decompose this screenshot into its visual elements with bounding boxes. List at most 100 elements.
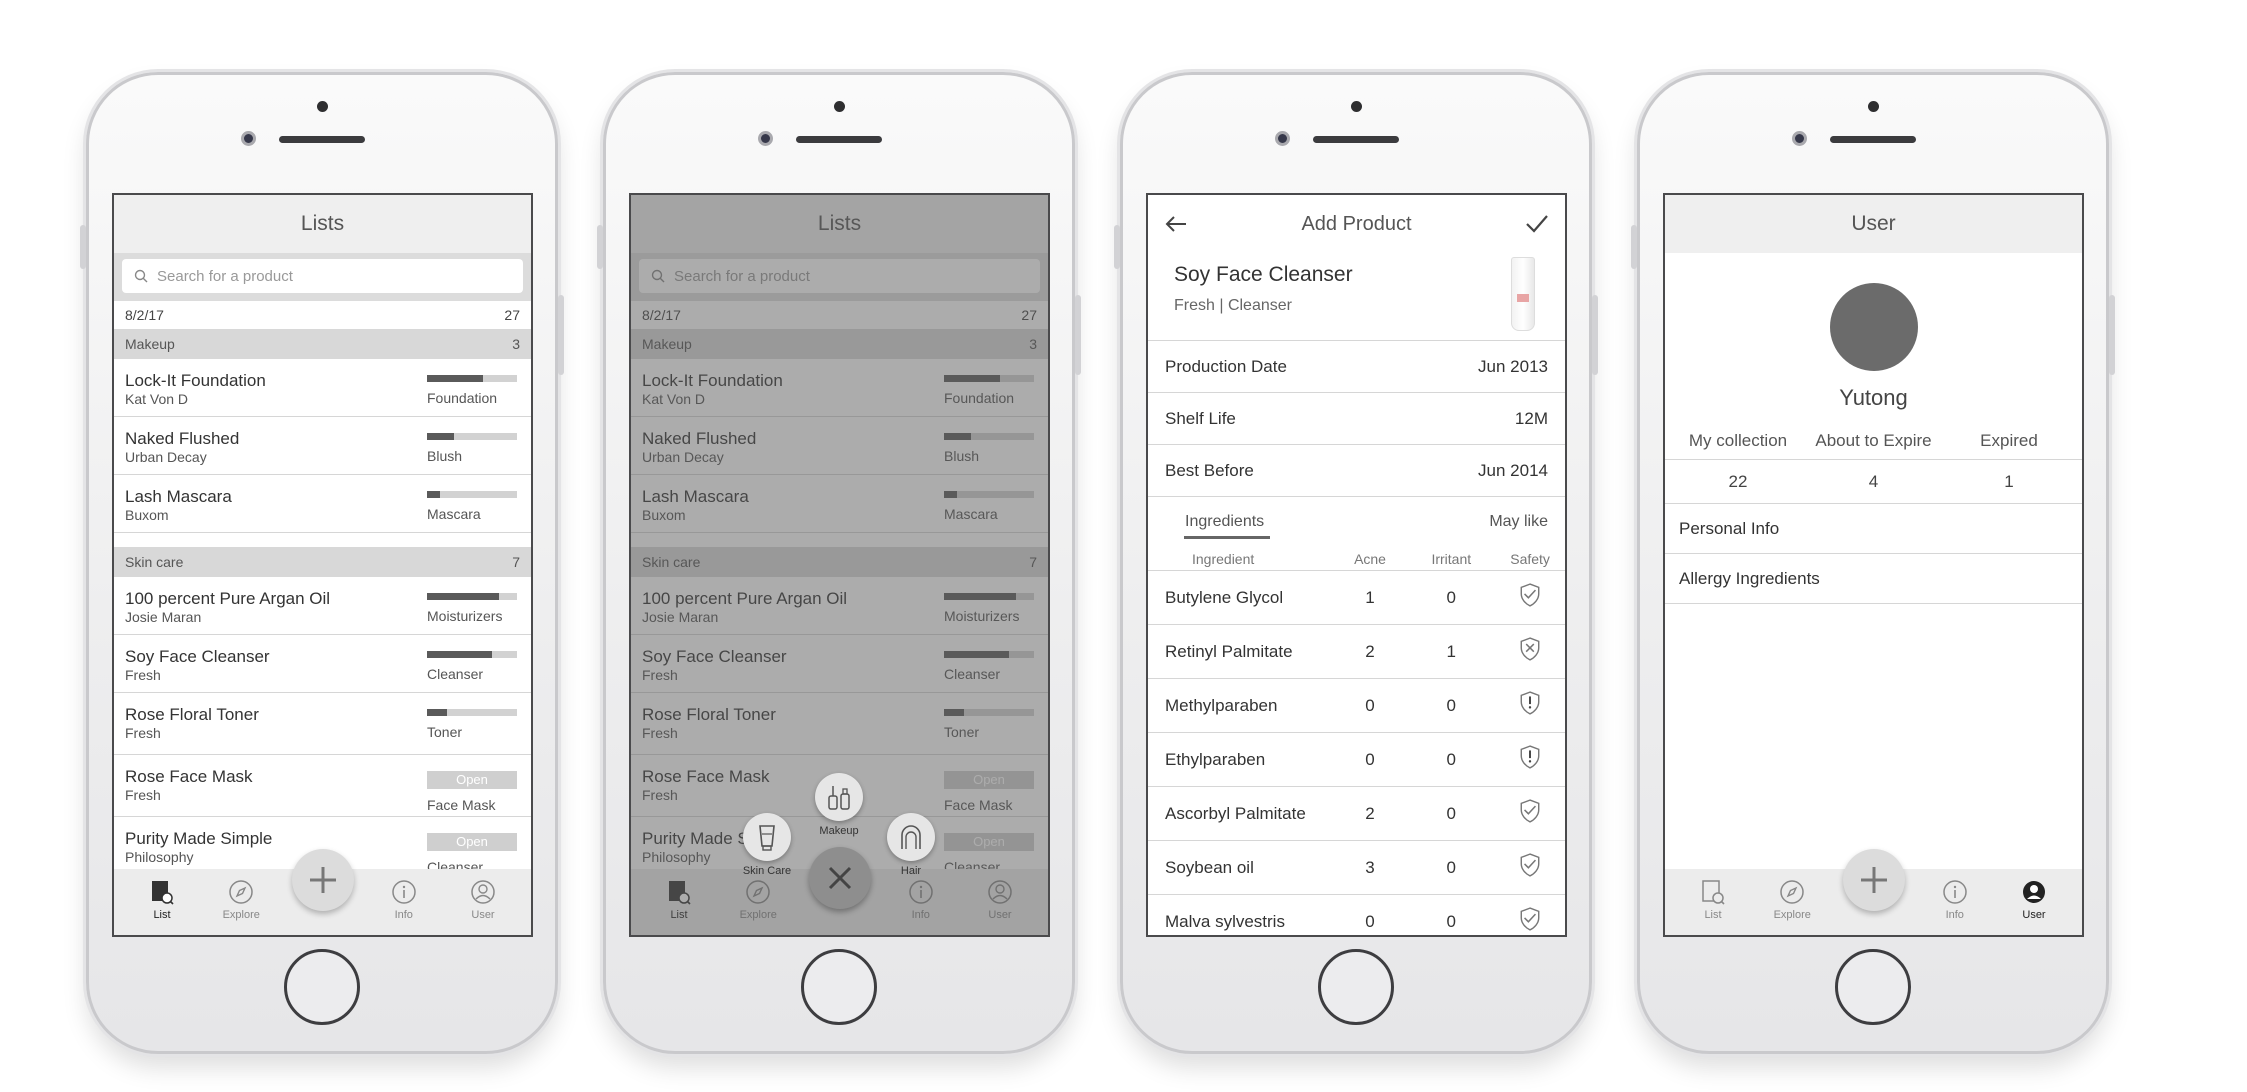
add-hair-button[interactable] <box>887 813 935 861</box>
skin-care-label: Skin Care <box>742 865 792 877</box>
tab-ingredients[interactable]: Ingredients <box>1185 513 1264 531</box>
stat-label: About to Expire <box>1815 431 1932 450</box>
acne-score: 2 <box>1365 641 1375 661</box>
ingredient-row[interactable]: Retinyl Palmitate 2 1 <box>1148 625 1565 679</box>
user-name: Yutong <box>1839 385 1908 410</box>
stat-value-collection[interactable]: 22 <box>1673 472 1803 492</box>
shield-check-icon <box>1520 907 1540 931</box>
tab-label: User <box>471 909 495 921</box>
page-title: Lists <box>114 195 531 253</box>
search-input[interactable]: Search for a product <box>122 259 523 293</box>
product-category: Blush <box>427 448 463 464</box>
production-date-row[interactable]: Production Date Jun 2013 <box>1148 341 1565 393</box>
list-item[interactable]: Rose Floral Toner Fresh Toner <box>114 693 531 755</box>
add-skin-care-button[interactable] <box>743 813 791 861</box>
ingredient-name: Butylene Glycol <box>1165 587 1284 607</box>
compass-icon <box>229 880 253 904</box>
irritant-score: 1 <box>1446 641 1457 661</box>
add-makeup-button[interactable] <box>815 773 863 821</box>
avatar[interactable] <box>1829 283 1918 371</box>
makeup-label: Makeup <box>819 825 859 837</box>
check-icon[interactable] <box>1525 214 1549 234</box>
product-header: Soy Face Cleanser Fresh | Cleanser <box>1148 253 1565 341</box>
tab-label: User <box>2022 909 2046 921</box>
product-brand-category: Fresh | Cleanser <box>1174 297 1292 314</box>
proximity-sensor <box>1351 101 1362 112</box>
section-header-skin-care[interactable]: Skin care 7 <box>114 547 531 577</box>
best-before-row[interactable]: Best Before Jun 2014 <box>1148 445 1565 497</box>
tab-explore[interactable]: Explore <box>1762 879 1822 921</box>
add-product-screen: Add Product Soy Face Cleanser Fresh | Cl… <box>1146 193 1567 937</box>
tab-user[interactable]: User <box>2004 879 2064 921</box>
proximity-sensor <box>1868 101 1879 112</box>
list-item[interactable]: Rose Face Mask Fresh OpenFace Mask <box>114 755 531 817</box>
makeup-bottles-icon <box>828 786 850 810</box>
ingredient-row[interactable]: Malva sylvestris 0 0 <box>1148 895 1565 935</box>
stat-value-about-to-expire[interactable]: 4 <box>1809 472 1939 492</box>
list-item[interactable]: Lock-It Foundation Kat Von D Foundation <box>114 359 531 417</box>
ingredient-row[interactable]: Butylene Glycol 1 0 <box>1148 571 1565 625</box>
tab-explore[interactable]: Explore <box>211 879 271 921</box>
home-button[interactable] <box>801 949 877 1025</box>
irritant-score: 0 <box>1446 749 1457 769</box>
shield-cross-icon <box>1520 637 1540 661</box>
user-icon <box>471 880 495 904</box>
back-arrow-icon[interactable] <box>1164 214 1188 234</box>
tab-info[interactable]: Info <box>1925 879 1985 921</box>
list-item[interactable]: Naked Flushed Urban Decay Blush <box>114 417 531 475</box>
ingredient-name: Ethylparaben <box>1165 749 1266 769</box>
page-title: User <box>1665 195 2082 253</box>
ingredient-row[interactable]: Soybean oil 3 0 <box>1148 841 1565 895</box>
detail-tabs: Ingredients May like <box>1148 497 1565 547</box>
active-tab-underline <box>1184 536 1270 539</box>
acne-score: 2 <box>1365 803 1375 823</box>
home-button[interactable] <box>1835 949 1911 1025</box>
ingredient-row[interactable]: Ascorbyl Palmitate 2 0 <box>1148 787 1565 841</box>
shelf-life-row[interactable]: Shelf Life 12M <box>1148 393 1565 445</box>
allergy-ingredients-row[interactable]: Allergy Ingredients <box>1665 554 2082 604</box>
home-button[interactable] <box>284 949 360 1025</box>
close-menu-button[interactable] <box>808 847 871 909</box>
lists-screen-dimmed: Lists Search for a product 8/2/17 27 Mak… <box>629 193 1050 937</box>
tab-info[interactable]: Info <box>374 879 434 921</box>
tab-user[interactable]: User <box>453 879 513 921</box>
phone-add-product: Add Product Soy Face Cleanser Fresh | Cl… <box>1114 72 1598 1054</box>
page-title: Add Product <box>1301 212 1412 235</box>
dim-overlay[interactable] <box>631 195 1048 935</box>
personal-info-row[interactable]: Personal Info <box>1665 504 2082 554</box>
tab-list[interactable]: List <box>1683 879 1743 921</box>
list-item[interactable]: Soy Face Cleanser Fresh Cleanser <box>114 635 531 693</box>
tab-label: Info <box>1945 909 1964 921</box>
ingredients-table: Butylene Glycol 1 0 Retinyl Palmitate 2 1 Meth… <box>1148 571 1565 935</box>
tab-label: List <box>153 909 171 921</box>
ingredient-row[interactable]: Methylparaben 0 0 <box>1148 679 1565 733</box>
product-category: Foundation <box>427 390 498 406</box>
add-button[interactable] <box>1842 849 1905 911</box>
usage-bar <box>427 651 517 658</box>
shield-check-icon <box>1520 853 1540 877</box>
stats-values: 22 4 1 <box>1665 459 2082 504</box>
tab-may-like[interactable]: May like <box>1489 513 1548 531</box>
list-item[interactable]: 100 percent Pure Argan Oil Josie Maran M… <box>114 577 531 635</box>
usage-bar <box>427 433 517 440</box>
section-count: 7 <box>512 554 520 570</box>
product-category: Face Mask <box>427 797 496 813</box>
irritant-score: 0 <box>1446 587 1457 607</box>
usage-bar <box>427 593 517 600</box>
close-icon <box>828 866 851 890</box>
section-header-makeup[interactable]: Makeup 3 <box>114 329 531 359</box>
stat-label: My collection <box>1688 431 1788 450</box>
list-item[interactable]: Lash Mascara Buxom Mascara <box>114 475 531 533</box>
add-button[interactable] <box>291 849 354 911</box>
home-button[interactable] <box>1318 949 1394 1025</box>
ingredient-name: Malva sylvestris <box>1165 911 1285 931</box>
front-camera <box>758 131 773 146</box>
acne-score: 0 <box>1365 911 1375 931</box>
ingredient-row[interactable]: Ethylparaben 0 0 <box>1148 733 1565 787</box>
tab-list[interactable]: List <box>132 879 192 921</box>
product-image <box>1511 257 1535 331</box>
field-value: Jun 2014 <box>1478 460 1548 480</box>
stat-value-expired[interactable]: 1 <box>1944 472 2074 492</box>
date-label: 8/2/17 <box>125 307 164 323</box>
column-header: Acne <box>1354 550 1386 567</box>
